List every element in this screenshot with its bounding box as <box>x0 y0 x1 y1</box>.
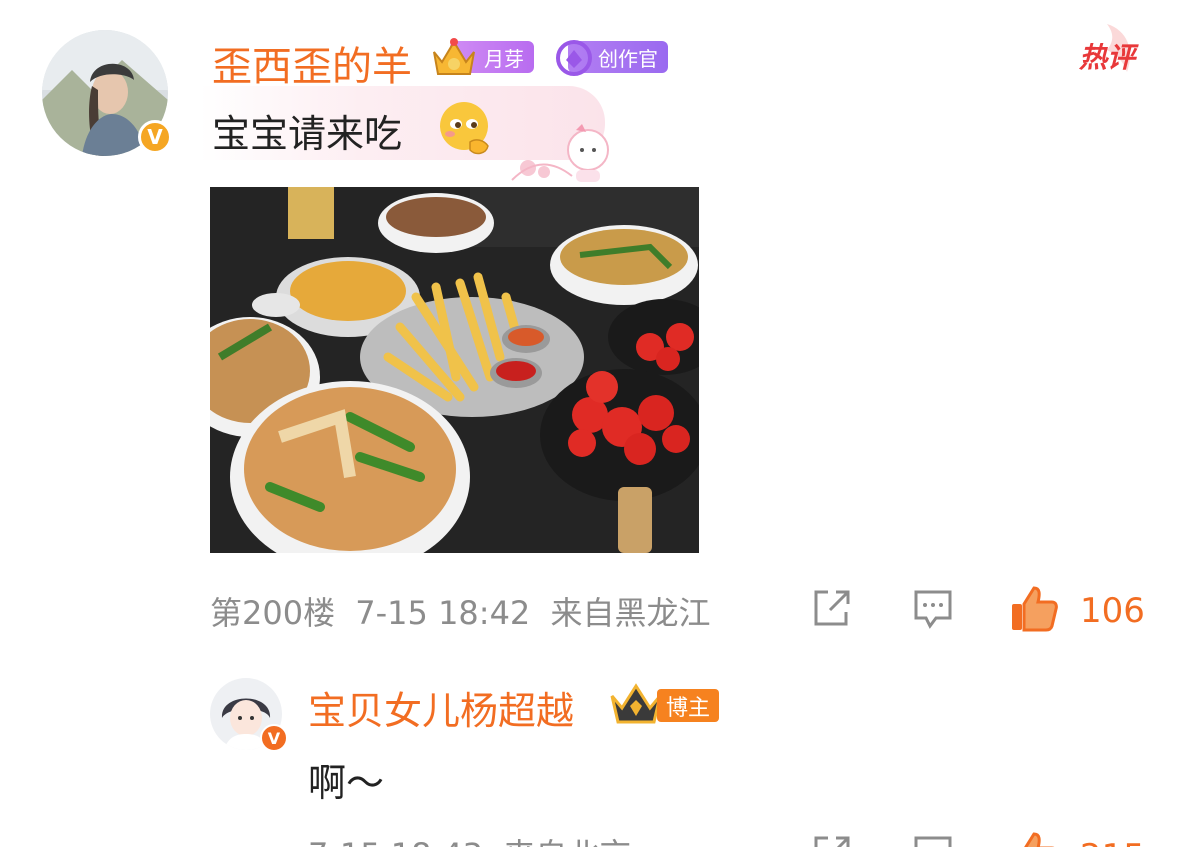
comment-actions: 106 <box>810 586 1145 636</box>
comment-date: 7-15 18:42 <box>355 594 531 632</box>
comment-meta: 第200楼 7-15 18:42 来自黑龙江 <box>210 588 710 634</box>
verified-v-icon: V <box>138 120 172 154</box>
creator-badge-label: 创作官 <box>598 46 658 71</box>
emoji-thinking-icon <box>440 102 489 155</box>
like-count: 106 <box>1080 591 1145 631</box>
fan-level-label: 月芽 <box>484 46 524 71</box>
creator-icon <box>552 36 596 80</box>
avatar[interactable]: V <box>42 30 172 156</box>
blogger-badge[interactable]: 博主 <box>657 689 719 722</box>
crown-icon <box>428 32 480 80</box>
thumbs-up-icon[interactable] <box>1010 832 1058 847</box>
crown-icon <box>610 683 662 724</box>
reply-text: 啊～ <box>308 761 385 805</box>
comment-username[interactable]: 歪西歪的羊 <box>212 34 412 92</box>
comment-icon[interactable] <box>912 588 954 634</box>
comment-text: 宝宝请来吃 <box>212 112 403 156</box>
reply-location: 来自北京 <box>503 836 631 847</box>
floor-number: 第200楼 <box>210 594 336 632</box>
share-icon[interactable] <box>810 834 852 847</box>
reply-meta: 7-15 18:43 来自北京 <box>308 830 631 847</box>
comment-photo[interactable] <box>210 187 699 553</box>
comment-icon[interactable] <box>912 834 954 847</box>
reply-date: 7-15 18:43 <box>308 836 483 847</box>
bubble-sticker-decoration <box>511 124 609 182</box>
reply-actions: 215 <box>810 832 1145 847</box>
reply-like-count: 215 <box>1080 837 1145 847</box>
reply-avatar[interactable]: V <box>210 678 288 752</box>
hot-comment-label: 热评 <box>1078 41 1135 74</box>
thumbs-up-icon[interactable] <box>1010 586 1058 636</box>
verified-v-icon: V <box>260 724 288 752</box>
comment-location: 来自黑龙江 <box>550 594 711 632</box>
reply-username[interactable]: 宝贝女儿杨超越 <box>308 680 574 735</box>
share-icon[interactable] <box>810 588 852 634</box>
